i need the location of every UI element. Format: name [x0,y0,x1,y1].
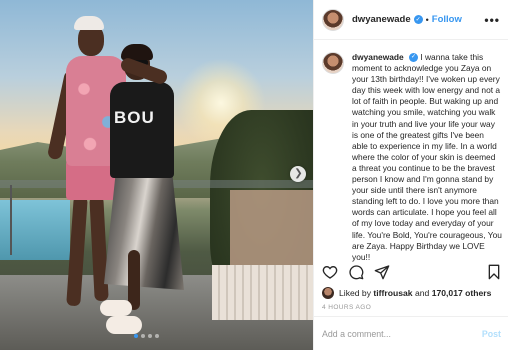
carousel-dot [141,334,145,338]
heart-icon [322,265,338,279]
photo-kid-shirt [110,82,174,178]
photo-fence [212,265,313,320]
caption-body: I wanna take this moment to acknowledge … [352,52,502,262]
post-photo[interactable]: BOU ❯ [0,0,313,350]
save-button[interactable] [486,264,502,280]
carousel-next-button[interactable]: ❯ [290,166,306,182]
carousel-dot-active [134,334,138,338]
photo-kid-skirt [104,170,184,290]
action-bar [322,264,502,280]
carousel-dots [134,334,159,338]
caption: dwyanewade ✓ I wanna take this moment to… [322,52,502,263]
post-timestamp[interactable]: 4 HOURS AGO [322,304,371,311]
carousel-dot [148,334,152,338]
post-comment-button[interactable]: Post [482,329,501,339]
username-link[interactable]: dwyanewade [352,14,411,25]
follow-button[interactable]: Follow [432,14,462,25]
bookmark-icon [488,264,500,280]
liker-avatar [322,287,334,299]
liked-by-user-link[interactable]: tiffrousak [373,288,412,298]
liked-by-and: and [414,288,430,298]
like-button[interactable] [322,264,338,280]
avatar[interactable] [322,52,344,74]
caption-text: dwyanewade ✓ I wanna take this moment to… [352,52,502,263]
separator-dot: • [425,14,429,25]
caption-username-link[interactable]: dwyanewade [352,52,404,62]
share-button[interactable] [374,264,390,280]
photo-adult-shorts [66,160,116,200]
photo-rail [10,185,12,255]
comment-input[interactable] [322,328,482,339]
verified-badge-icon: ✓ [413,15,423,24]
photo-slide-sandal [100,300,132,316]
verified-badge-icon: ✓ [409,53,418,63]
liked-by-prefix: Liked by [339,288,372,298]
photo-kid-leg [128,250,140,310]
likes-line: Liked by tiffrousak and 170,017 others [322,287,491,299]
comment-icon [349,265,364,280]
comment-box: Post [314,316,508,350]
likes-count-link[interactable]: 170,017 others [432,288,492,298]
post-side-panel: dwyanewade ✓ • Follow ••• dwyanewade ✓ I… [313,0,508,350]
chevron-right-icon: ❯ [294,168,303,179]
post-header: dwyanewade ✓ • Follow ••• [314,0,508,40]
photo-shirt-text: BOU [114,108,155,127]
photo-slide-sandal [106,316,142,334]
photo-adult-cap [74,16,104,30]
comment-button[interactable] [348,264,364,280]
avatar[interactable] [322,8,344,31]
carousel-dot [155,334,159,338]
paper-plane-icon [374,265,390,280]
more-options-icon[interactable]: ••• [484,13,500,27]
